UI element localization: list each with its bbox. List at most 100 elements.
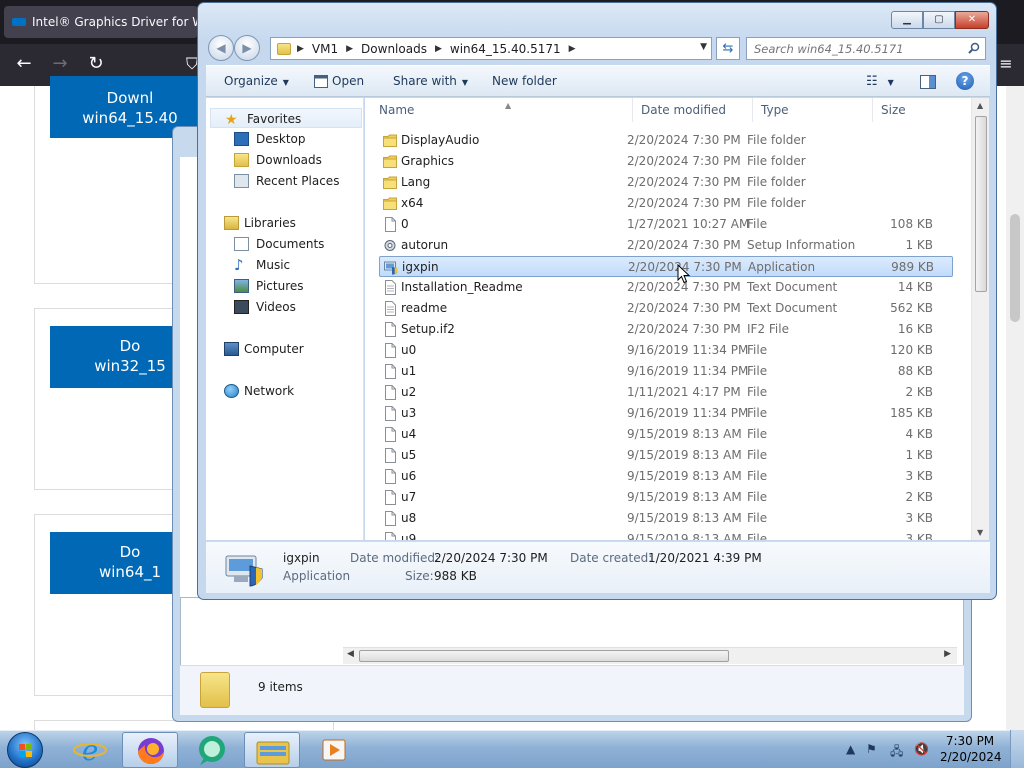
back-button[interactable]: ◀ bbox=[208, 35, 234, 61]
page-scrollbar-thumb[interactable] bbox=[1010, 214, 1020, 322]
column-header-date[interactable]: Date modified bbox=[633, 98, 753, 122]
nav-documents[interactable]: Documents bbox=[206, 234, 364, 254]
close-button[interactable]: ✕ bbox=[955, 11, 989, 29]
file-row[interactable]: u7 9/15/2019 8:13 AM File 2 KB bbox=[379, 487, 953, 508]
computer-icon bbox=[224, 342, 239, 356]
taskbar-messenger[interactable] bbox=[184, 732, 240, 768]
breadcrumb-chevron-icon[interactable]: ▶ bbox=[569, 44, 576, 54]
action-center-flag-icon[interactable]: ⚑ bbox=[866, 742, 877, 756]
organize-button[interactable]: Organize ▼ bbox=[224, 74, 289, 88]
page-scrollbar[interactable] bbox=[1006, 86, 1024, 730]
column-header-type[interactable]: Type bbox=[753, 98, 873, 122]
file-row[interactable]: u6 9/15/2019 8:13 AM File 3 KB bbox=[379, 466, 953, 487]
file-name: u8 bbox=[401, 511, 417, 525]
breadcrumb-item[interactable]: VM1 bbox=[312, 42, 338, 56]
browser-tab[interactable]: Intel® Graphics Driver for Windows bbox=[4, 6, 198, 38]
file-row[interactable]: u2 1/11/2021 4:17 PM File 2 KB bbox=[379, 382, 953, 403]
file-row[interactable]: u1 9/16/2019 11:34 PM File 88 KB bbox=[379, 361, 953, 382]
breadcrumb-chevron-icon[interactable]: ▶ bbox=[346, 44, 353, 54]
breadcrumb-chevron-icon[interactable]: ▶ bbox=[435, 44, 442, 54]
vertical-scrollbar-thumb[interactable] bbox=[975, 116, 987, 292]
file-date-modified: 2/20/2024 7:30 PM bbox=[627, 238, 741, 252]
file-row[interactable]: Graphics 2/20/2024 7:30 PM File folder bbox=[379, 151, 953, 172]
help-icon[interactable]: ? bbox=[956, 72, 974, 90]
search-input[interactable] bbox=[746, 37, 986, 60]
file-row[interactable]: u9 9/15/2019 8:13 AM File 3 KB bbox=[379, 529, 953, 540]
file-name: DisplayAudio bbox=[401, 133, 480, 147]
nav-pictures[interactable]: Pictures bbox=[206, 276, 364, 296]
file-size: 88 KB bbox=[897, 364, 933, 378]
file-row[interactable]: 0 1/27/2021 10:27 AM File 108 KB bbox=[379, 214, 953, 235]
horizontal-scrollbar[interactable]: ◀ ▶ bbox=[343, 647, 957, 664]
column-header-name[interactable]: Name ▲ bbox=[371, 98, 633, 122]
scroll-up-icon[interactable]: ▲ bbox=[977, 101, 983, 110]
file-name: u3 bbox=[401, 406, 417, 420]
file-name: autorun bbox=[401, 238, 449, 252]
taskbar-windows-explorer[interactable] bbox=[244, 732, 300, 768]
nav-downloads[interactable]: Downloads bbox=[206, 150, 364, 170]
file-row[interactable]: Setup.if2 2/20/2024 7:30 PM IF2 File 16 KB bbox=[379, 319, 953, 340]
file-row[interactable]: u8 9/15/2019 8:13 AM File 3 KB bbox=[379, 508, 953, 529]
details-date-modified-label: Date modified: bbox=[350, 551, 440, 565]
taskbar-internet-explorer[interactable]: e bbox=[62, 732, 118, 768]
file-row[interactable]: readme 2/20/2024 7:30 PM Text Document 562 … bbox=[379, 298, 953, 319]
back-arrow-icon[interactable]: ← bbox=[14, 54, 34, 74]
volume-muted-icon[interactable]: 🔇 bbox=[914, 742, 929, 756]
scroll-right-icon[interactable]: ▶ bbox=[944, 649, 951, 659]
scroll-left-icon[interactable]: ◀ bbox=[347, 649, 354, 659]
taskbar-firefox[interactable] bbox=[122, 732, 178, 768]
minimize-button[interactable]: ▁ bbox=[891, 11, 923, 29]
network-tray-icon[interactable]: 🖧 bbox=[890, 742, 903, 763]
horizontal-scrollbar-thumb[interactable] bbox=[359, 650, 729, 662]
new-folder-button[interactable]: New folder bbox=[492, 74, 557, 88]
file-size: 108 KB bbox=[890, 217, 933, 231]
file-date-modified: 9/16/2019 11:34 PM bbox=[627, 343, 749, 357]
column-header-size[interactable]: Size bbox=[873, 98, 957, 122]
search-icon[interactable] bbox=[968, 42, 980, 54]
nav-favorites[interactable]: ★ Favorites bbox=[210, 108, 362, 128]
show-hidden-icons-chevron-icon[interactable]: ▲ bbox=[846, 742, 855, 756]
file-row[interactable]: DisplayAudio 2/20/2024 7:30 PM File folder bbox=[379, 130, 953, 151]
maximize-button[interactable]: ▢ bbox=[923, 11, 955, 29]
nav-music[interactable]: ♪ Music bbox=[206, 255, 364, 275]
file-row[interactable]: u4 9/15/2019 8:13 AM File 4 KB bbox=[379, 424, 953, 445]
menu-icon[interactable]: ≡ bbox=[996, 54, 1016, 74]
breadcrumb-item[interactable]: win64_15.40.5171 bbox=[450, 42, 561, 56]
file-row[interactable]: Installation_Readme 2/20/2024 7:30 PM Text… bbox=[379, 277, 953, 298]
preview-pane-icon[interactable] bbox=[920, 75, 936, 89]
view-options-icon[interactable]: ☷ ▼ bbox=[866, 74, 894, 89]
reload-icon[interactable]: ↻ bbox=[86, 54, 106, 74]
nav-libraries[interactable]: Libraries bbox=[206, 213, 364, 233]
open-button[interactable]: Open bbox=[332, 74, 364, 88]
refresh-button[interactable]: ⇆ bbox=[716, 37, 740, 60]
scroll-down-icon[interactable]: ▼ bbox=[977, 528, 983, 537]
file-row[interactable]: x64 2/20/2024 7:30 PM File folder bbox=[379, 193, 953, 214]
breadcrumb-chevron-icon[interactable]: ▶ bbox=[297, 44, 304, 54]
forward-arrow-icon[interactable]: → bbox=[50, 54, 70, 74]
file-row[interactable]: autorun 2/20/2024 7:30 PM Setup Informatio… bbox=[379, 235, 953, 256]
breadcrumb-item[interactable]: Downloads bbox=[361, 42, 427, 56]
file-name: Lang bbox=[401, 175, 431, 189]
file-row[interactable]: u5 9/15/2019 8:13 AM File 1 KB bbox=[379, 445, 953, 466]
forward-button[interactable]: ▶ bbox=[234, 35, 260, 61]
file-row[interactable]: u0 9/16/2019 11:34 PM File 120 KB bbox=[379, 340, 953, 361]
media-player-icon bbox=[322, 739, 346, 761]
nav-recent-places[interactable]: Recent Places bbox=[206, 171, 364, 191]
nav-computer[interactable]: Computer bbox=[206, 339, 364, 359]
file-row-selected[interactable]: igxpin 2/20/2024 7:30 PM Application 989 KB bbox=[379, 256, 953, 277]
taskbar-media-player[interactable] bbox=[306, 732, 362, 768]
vertical-scrollbar[interactable]: ▲ ▼ bbox=[971, 98, 989, 540]
star-icon: ★ bbox=[225, 112, 238, 128]
show-desktop-button[interactable] bbox=[1010, 730, 1024, 768]
nav-network[interactable]: Network bbox=[206, 381, 364, 401]
nav-desktop[interactable]: Desktop bbox=[206, 129, 364, 149]
file-row[interactable]: Lang 2/20/2024 7:30 PM File folder bbox=[379, 172, 953, 193]
share-with-button[interactable]: Share with ▼ bbox=[393, 74, 468, 88]
taskbar-clock[interactable]: 7:30 PM 2/20/2024 bbox=[940, 733, 1002, 765]
address-bar[interactable]: ▶ VM1 ▶ Downloads ▶ win64_15.40.5171 ▶ ▼ bbox=[270, 37, 712, 60]
nav-videos[interactable]: Videos bbox=[206, 297, 364, 317]
explorer-window[interactable]: ▁ ▢ ✕ ◀ ▶ ▶ VM1 ▶ Downloads ▶ win64_15.4… bbox=[197, 2, 997, 600]
start-button[interactable] bbox=[7, 732, 43, 768]
file-row[interactable]: u3 9/16/2019 11:34 PM File 185 KB bbox=[379, 403, 953, 424]
address-dropdown-icon[interactable]: ▼ bbox=[700, 42, 707, 52]
